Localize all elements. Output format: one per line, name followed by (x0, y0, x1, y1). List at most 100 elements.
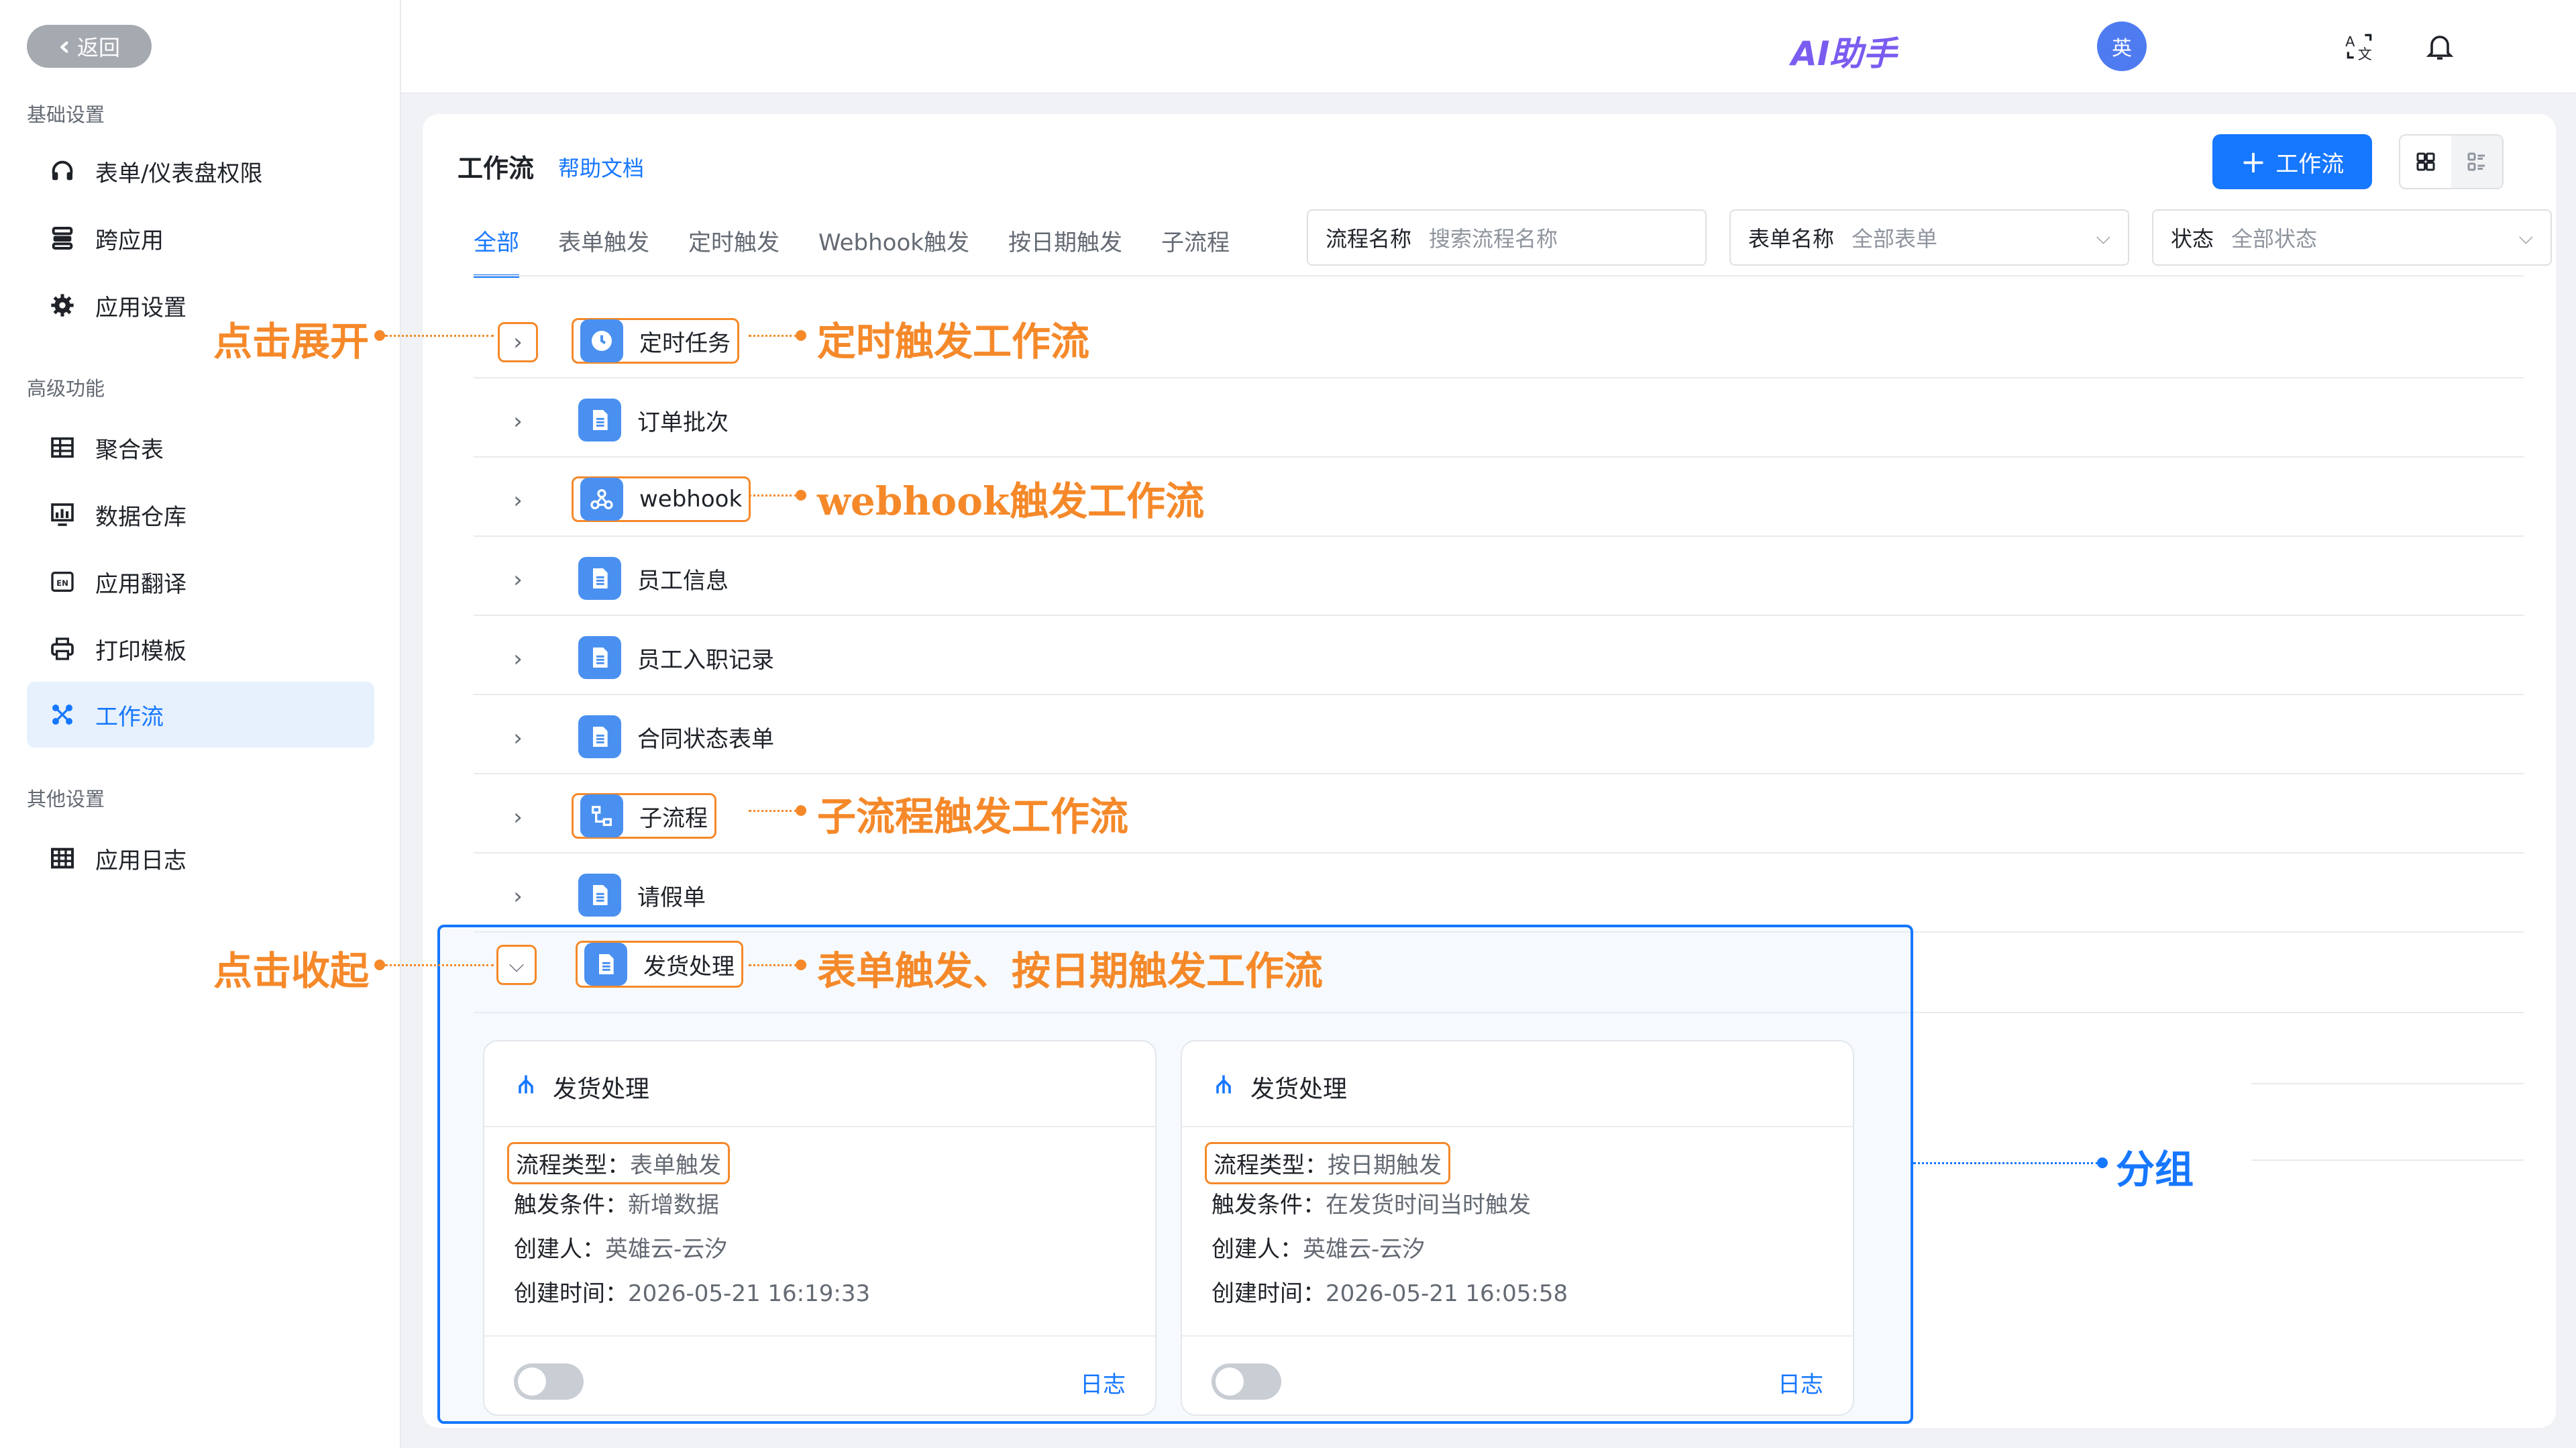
sidebar-item-aggregate-table[interactable]: 聚合表 (27, 415, 374, 480)
workflow-card[interactable]: 发货处理 流程类型：表单触发 触发条件：新增数据 创建人：英雄云-云汐 创建时间… (483, 1040, 1157, 1416)
field-label: 创建时间： (514, 1280, 628, 1307)
clock-icon (580, 319, 623, 362)
flow-item[interactable]: webhook (572, 476, 751, 522)
flow-item[interactable]: 员工入职记录 (572, 635, 781, 680)
bell-icon[interactable] (2420, 27, 2459, 66)
flow-item[interactable]: 子流程 (572, 793, 716, 839)
flow-item[interactable]: 请假单 (572, 872, 712, 918)
sidebar-item-label: 工作流 (95, 703, 164, 731)
table-row[interactable]: › 子流程 (474, 776, 2524, 854)
table-row[interactable]: › 员工信息 (474, 538, 2524, 616)
ai-assistant-button[interactable]: AI助手 (1791, 27, 1896, 75)
annotation-line (1913, 1162, 2098, 1164)
sidebar-item-label: 应用日志 (95, 847, 186, 874)
table-row[interactable]: › 定时任务 (474, 301, 2524, 378)
field-value: 表单触发 (630, 1152, 721, 1179)
chevron-right-icon[interactable]: › (498, 401, 538, 442)
created-time: 创建时间：2026-05-21 16:05:58 (1212, 1275, 1568, 1308)
log-link[interactable]: 日志 (1080, 1366, 1126, 1399)
translate-icon[interactable]: A文 (2340, 27, 2379, 66)
annotation-line (385, 335, 494, 337)
annotation-dot (374, 960, 385, 970)
tab-timer-trigger[interactable]: 定时触发 (688, 224, 780, 276)
document-icon (578, 399, 621, 442)
double-chevron-left-icon: ‹‹ (58, 31, 70, 62)
annotation-dot (796, 805, 806, 816)
table-row[interactable]: › 请假单 (474, 855, 2524, 933)
creator: 创建人：英雄云-云汐 (1212, 1231, 1425, 1263)
field-value: 在发货时间当时触发 (1326, 1192, 1531, 1219)
flow-name: 员工入职记录 (637, 646, 774, 674)
flow-item[interactable]: 订单批次 (572, 397, 735, 443)
stack-icon (47, 223, 78, 254)
field-label: 触发条件： (1212, 1192, 1326, 1219)
flow-name-search[interactable]: 流程名称 搜索流程名称 (1307, 209, 1707, 266)
field-label: 创建时间： (1212, 1280, 1326, 1307)
flow-name: 订单批次 (637, 409, 729, 436)
help-doc-link[interactable]: 帮助文档 (558, 152, 644, 183)
table-row[interactable]: › webhook (474, 459, 2524, 537)
filter-label: 表单名称 (1748, 226, 1835, 252)
flow-item[interactable]: 定时任务 (572, 318, 739, 364)
form-name-select[interactable]: 表单名称 全部表单 ⌵ (1729, 209, 2129, 266)
trigger-condition: 触发条件：在发货时间当时触发 (1212, 1186, 1531, 1219)
annotation-timer: 定时触发工作流 (817, 319, 1090, 364)
sidebar-item-print-template[interactable]: 打印模板 (27, 616, 374, 682)
add-workflow-button[interactable]: + 工作流 (2212, 134, 2372, 189)
sidebar-item-app-translation[interactable]: EN 应用翻译 (27, 549, 374, 615)
tab-subflow[interactable]: 子流程 (1161, 224, 1230, 276)
sidebar-item-label: 应用设置 (95, 294, 186, 321)
tab-webhook-trigger[interactable]: Webhook触发 (818, 224, 969, 276)
document-icon (578, 636, 621, 679)
chevron-right-icon[interactable]: › (498, 480, 538, 521)
sidebar-item-workflow[interactable]: 工作流 (27, 682, 374, 747)
back-button[interactable]: ‹‹ 返回 (27, 25, 152, 68)
flow-item[interactable]: 发货处理 (576, 941, 743, 988)
chevron-right-icon[interactable]: › (498, 797, 538, 837)
flow-type: 流程类型：按日期触发 (1205, 1142, 1450, 1184)
status-select[interactable]: 状态 全部状态 ⌵ (2152, 209, 2552, 266)
annotation-dot (796, 490, 806, 501)
chevron-right-icon[interactable]: › (498, 639, 538, 679)
workflow-card[interactable]: 发货处理 流程类型：按日期触发 触发条件：在发货时间当时触发 创建人：英雄云-云… (1181, 1040, 1854, 1416)
enable-toggle[interactable] (514, 1363, 584, 1400)
document-icon (578, 715, 621, 758)
row-divider (2251, 1159, 2524, 1161)
translate-icon: EN (47, 566, 78, 597)
sidebar-item-form-permission[interactable]: 表单/仪表盘权限 (27, 138, 374, 204)
card-divider (484, 1126, 1155, 1127)
trigger-condition: 触发条件：新增数据 (514, 1186, 719, 1219)
sidebar-item-data-warehouse[interactable]: 数据仓库 (27, 482, 374, 548)
chevron-right-icon[interactable]: › (498, 876, 538, 917)
grid-view-icon[interactable] (2400, 136, 2451, 188)
sidebar-item-label: 跨应用 (95, 227, 164, 254)
list-view-icon[interactable] (2451, 136, 2502, 188)
log-link[interactable]: 日志 (1778, 1366, 1823, 1399)
webhook-icon (580, 478, 623, 521)
table-row[interactable]: › 订单批次 (474, 380, 2524, 458)
field-value: 按日期触发 (1328, 1152, 1442, 1179)
flow-item[interactable]: 合同状态表单 (572, 714, 781, 760)
chevron-right-icon[interactable]: › (498, 322, 538, 362)
chevron-right-icon[interactable]: › (498, 718, 538, 758)
view-toggle (2399, 134, 2504, 189)
table-row[interactable]: › 员工入职记录 (474, 617, 2524, 695)
avatar[interactable]: 英 (2097, 21, 2147, 71)
chevron-down-icon[interactable]: ⌵ (496, 945, 537, 985)
flow-item[interactable]: 员工信息 (572, 556, 735, 601)
sidebar: ‹‹ 返回 基础设置 表单/仪表盘权限 跨应用 应用设置 高级功能 聚合表 数据… (0, 0, 401, 1448)
header-divider (474, 275, 2524, 276)
search-input[interactable]: 搜索流程名称 (1429, 222, 1688, 253)
tab-date-trigger[interactable]: 按日期触发 (1008, 224, 1122, 276)
chevron-right-icon[interactable]: › (498, 560, 538, 600)
branch-icon (1212, 1072, 1236, 1102)
tab-all[interactable]: 全部 (474, 224, 519, 278)
enable-toggle[interactable] (1212, 1363, 1281, 1400)
field-value: 英雄云-云汐 (605, 1236, 728, 1263)
field-label: 创建人： (514, 1236, 605, 1263)
field-value: 英雄云-云汐 (1303, 1236, 1426, 1263)
sidebar-item-app-log[interactable]: 应用日志 (27, 825, 374, 891)
tab-form-trigger[interactable]: 表单触发 (558, 224, 649, 276)
sidebar-item-cross-app[interactable]: 跨应用 (27, 205, 374, 271)
table-row[interactable]: › 合同状态表单 (474, 696, 2524, 774)
